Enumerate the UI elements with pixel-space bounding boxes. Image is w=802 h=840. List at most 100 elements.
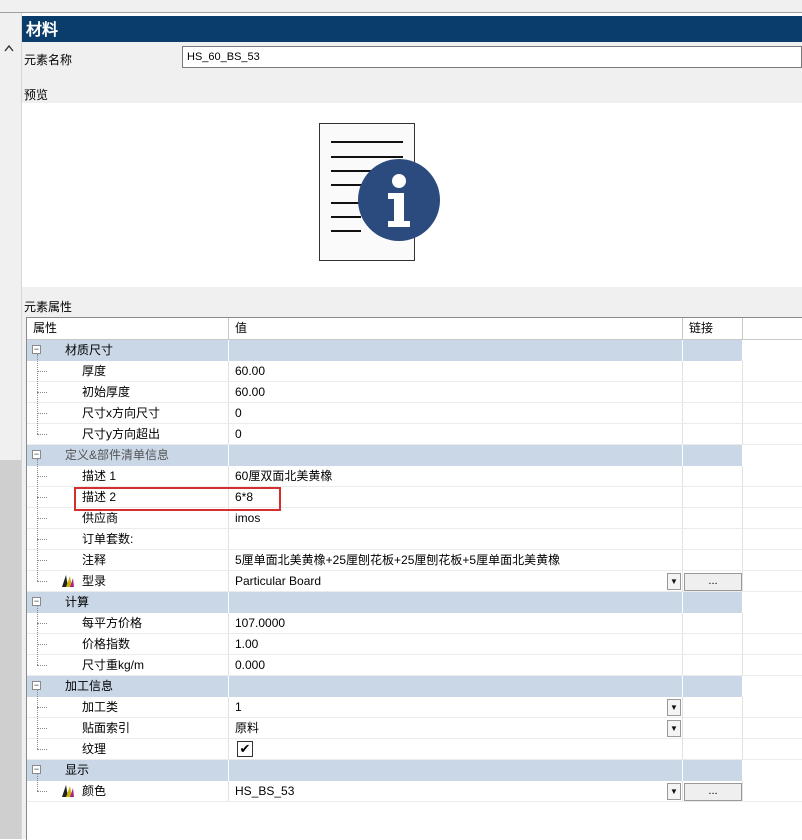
- link-cell: [683, 424, 743, 445]
- property-row[interactable]: 供应商 imos: [27, 508, 802, 529]
- link-cell: [683, 487, 743, 508]
- element-name-input[interactable]: HS_60_BS_53: [182, 46, 802, 68]
- group-name-cell: − 加工信息: [27, 676, 229, 697]
- property-value[interactable]: [229, 529, 683, 550]
- dropdown-arrow-icon[interactable]: ▼: [667, 699, 681, 716]
- property-value[interactable]: 0: [229, 403, 683, 424]
- property-row[interactable]: 尺寸y方向超出 0: [27, 424, 802, 445]
- tree-branch: [37, 791, 47, 792]
- group-label: 计算: [65, 595, 90, 609]
- property-value-text: 0: [235, 406, 242, 420]
- property-value-text: Particular Board: [235, 574, 322, 588]
- property-name: 尺寸重kg/m: [82, 658, 145, 672]
- link-cell: [683, 466, 743, 487]
- group-row[interactable]: − 材质尺寸: [27, 340, 802, 361]
- group-row[interactable]: − 定义&部件清单信息: [27, 445, 802, 466]
- property-name: 初始厚度: [82, 385, 131, 399]
- property-value[interactable]: 1 ▼: [229, 697, 683, 718]
- dropdown-arrow-icon[interactable]: ▼: [667, 720, 681, 737]
- property-row[interactable]: 颜色 HS_BS_53 ▼...: [27, 781, 802, 802]
- property-value[interactable]: imos: [229, 508, 683, 529]
- group-row[interactable]: − 计算: [27, 592, 802, 613]
- property-name: 加工类: [82, 700, 119, 714]
- property-name-cell: 尺寸y方向超出: [27, 424, 229, 445]
- property-row[interactable]: 订单套数:: [27, 529, 802, 550]
- property-name: 型录: [82, 574, 107, 588]
- link-cell: [683, 739, 743, 760]
- property-name: 厚度: [82, 364, 107, 378]
- property-name: 每平方价格: [82, 616, 143, 630]
- property-value[interactable]: 107.0000: [229, 613, 683, 634]
- property-value[interactable]: 0.000: [229, 655, 683, 676]
- property-row[interactable]: 纹理 ✔: [27, 739, 802, 760]
- link-cell: ...: [683, 781, 743, 802]
- property-row[interactable]: 描述 1 60厘双面北美黄橡: [27, 466, 802, 487]
- property-value-text: 60.00: [235, 364, 266, 378]
- tree-line: [37, 774, 38, 791]
- property-row[interactable]: 型录 Particular Board ▼...: [27, 571, 802, 592]
- property-row[interactable]: 初始厚度 60.00: [27, 382, 802, 403]
- property-value[interactable]: 1.00: [229, 634, 683, 655]
- property-name-cell: 厚度: [27, 361, 229, 382]
- group-row[interactable]: − 显示: [27, 760, 802, 781]
- property-name: 价格指数: [82, 637, 131, 651]
- property-value[interactable]: ✔: [229, 739, 683, 760]
- property-row[interactable]: 尺寸x方向尺寸 0: [27, 403, 802, 424]
- dropdown-arrow-icon[interactable]: ▼: [667, 783, 681, 800]
- ellipsis-button[interactable]: ...: [684, 783, 742, 801]
- group-value-cell: [229, 340, 683, 361]
- tree-branch: [37, 644, 47, 645]
- property-value[interactable]: 5厘单面北美黄橡+25厘刨花板+25厘刨花板+5厘单面北美黄橡: [229, 550, 683, 571]
- property-value[interactable]: 60.00: [229, 382, 683, 403]
- tree-line: [37, 354, 38, 434]
- group-link-cell: [683, 676, 743, 697]
- property-row[interactable]: 每平方价格 107.0000: [27, 613, 802, 634]
- column-header-link[interactable]: 链接: [683, 318, 743, 339]
- tree-branch: [37, 497, 47, 498]
- group-label: 定义&部件清单信息: [65, 448, 170, 462]
- column-header-value[interactable]: 值: [229, 318, 683, 339]
- group-link-cell: [683, 445, 743, 466]
- grid-header: 属性 值 链接: [27, 318, 802, 340]
- property-row[interactable]: 加工类 1 ▼: [27, 697, 802, 718]
- texture-checkbox[interactable]: ✔: [237, 741, 253, 757]
- property-row[interactable]: 注释 5厘单面北美黄橡+25厘刨花板+25厘刨花板+5厘单面北美黄橡: [27, 550, 802, 571]
- group-label: 材质尺寸: [65, 343, 114, 357]
- property-value[interactable]: Particular Board ▼: [229, 571, 683, 592]
- chevron-up-icon[interactable]: [4, 44, 14, 55]
- ellipsis-button[interactable]: ...: [684, 573, 742, 591]
- tree-branch: [37, 539, 47, 540]
- property-name-cell: 尺寸x方向尺寸: [27, 403, 229, 424]
- group-row[interactable]: − 加工信息: [27, 676, 802, 697]
- property-value[interactable]: HS_BS_53 ▼: [229, 781, 683, 802]
- column-header-property[interactable]: 属性: [27, 318, 229, 339]
- property-value[interactable]: 原料 ▼: [229, 718, 683, 739]
- collapse-icon[interactable]: −: [32, 597, 41, 606]
- property-value[interactable]: 60厘双面北美黄橡: [229, 466, 683, 487]
- dropdown-arrow-icon[interactable]: ▼: [667, 573, 681, 590]
- property-value-text: HS_BS_53: [235, 784, 295, 798]
- link-cell: [683, 613, 743, 634]
- property-value[interactable]: 6*8: [229, 487, 683, 508]
- collapse-icon[interactable]: −: [32, 450, 41, 459]
- link-cell: [683, 634, 743, 655]
- group-link-cell: [683, 340, 743, 361]
- tree-branch: [37, 749, 47, 750]
- link-cell: [683, 718, 743, 739]
- collapse-icon[interactable]: −: [32, 345, 41, 354]
- property-name-cell: 描述 1: [27, 466, 229, 487]
- property-row[interactable]: 价格指数 1.00: [27, 634, 802, 655]
- highlight-box: [74, 487, 281, 511]
- color-palette-icon: [61, 574, 75, 588]
- preview-label: 预览: [24, 88, 49, 102]
- property-value[interactable]: 0: [229, 424, 683, 445]
- property-row[interactable]: 尺寸重kg/m 0.000: [27, 655, 802, 676]
- collapse-icon[interactable]: −: [32, 681, 41, 690]
- collapse-icon[interactable]: −: [32, 765, 41, 774]
- property-row[interactable]: 贴面索引 原料 ▼: [27, 718, 802, 739]
- property-name: 尺寸y方向超出: [82, 427, 161, 441]
- tree-branch: [37, 371, 47, 372]
- property-name: 供应商: [82, 511, 119, 525]
- property-value[interactable]: 60.00: [229, 361, 683, 382]
- property-row[interactable]: 厚度 60.00: [27, 361, 802, 382]
